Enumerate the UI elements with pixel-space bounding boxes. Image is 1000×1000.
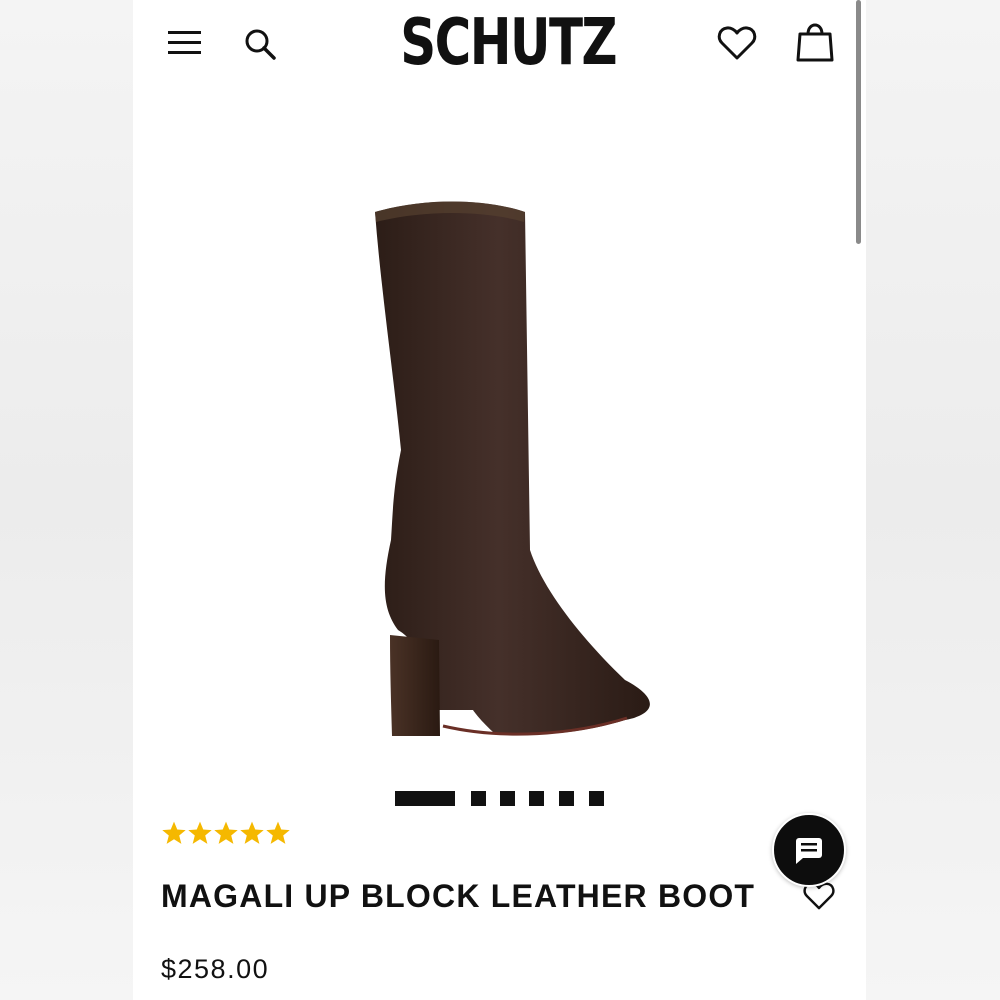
product-title: MAGALI UP BLOCK LEATHER BOOT [161, 878, 756, 914]
gallery-dot[interactable] [589, 791, 604, 806]
search-icon[interactable] [243, 27, 279, 63]
gallery-dot[interactable] [529, 791, 544, 806]
star-icon [162, 821, 186, 844]
product-image[interactable] [363, 190, 663, 750]
scrollbar[interactable] [856, 0, 861, 244]
product-price: $258.00 [161, 954, 270, 984]
gallery-dot[interactable] [500, 791, 515, 806]
star-icon [188, 821, 212, 844]
star-icon [266, 821, 290, 844]
chat-button[interactable] [772, 813, 846, 887]
star-icon [240, 821, 264, 844]
mobile-page: SCHUTZ MAGALI UP BLOCK LEATHER BOOT $258… [133, 0, 866, 1000]
gallery-dot-active[interactable] [395, 791, 455, 806]
background-right [866, 0, 1000, 1000]
brand-logo[interactable]: SCHUTZ [400, 6, 617, 80]
background-left [0, 0, 133, 1000]
chat-bubble-icon [796, 838, 822, 864]
gallery-dot[interactable] [471, 791, 486, 806]
boot-illustration [375, 201, 650, 736]
hamburger-menu-icon[interactable] [167, 28, 203, 58]
shopping-bag-icon[interactable] [794, 20, 836, 64]
gallery-dot[interactable] [559, 791, 574, 806]
heart-icon[interactable] [716, 22, 758, 64]
star-icon [214, 821, 238, 844]
